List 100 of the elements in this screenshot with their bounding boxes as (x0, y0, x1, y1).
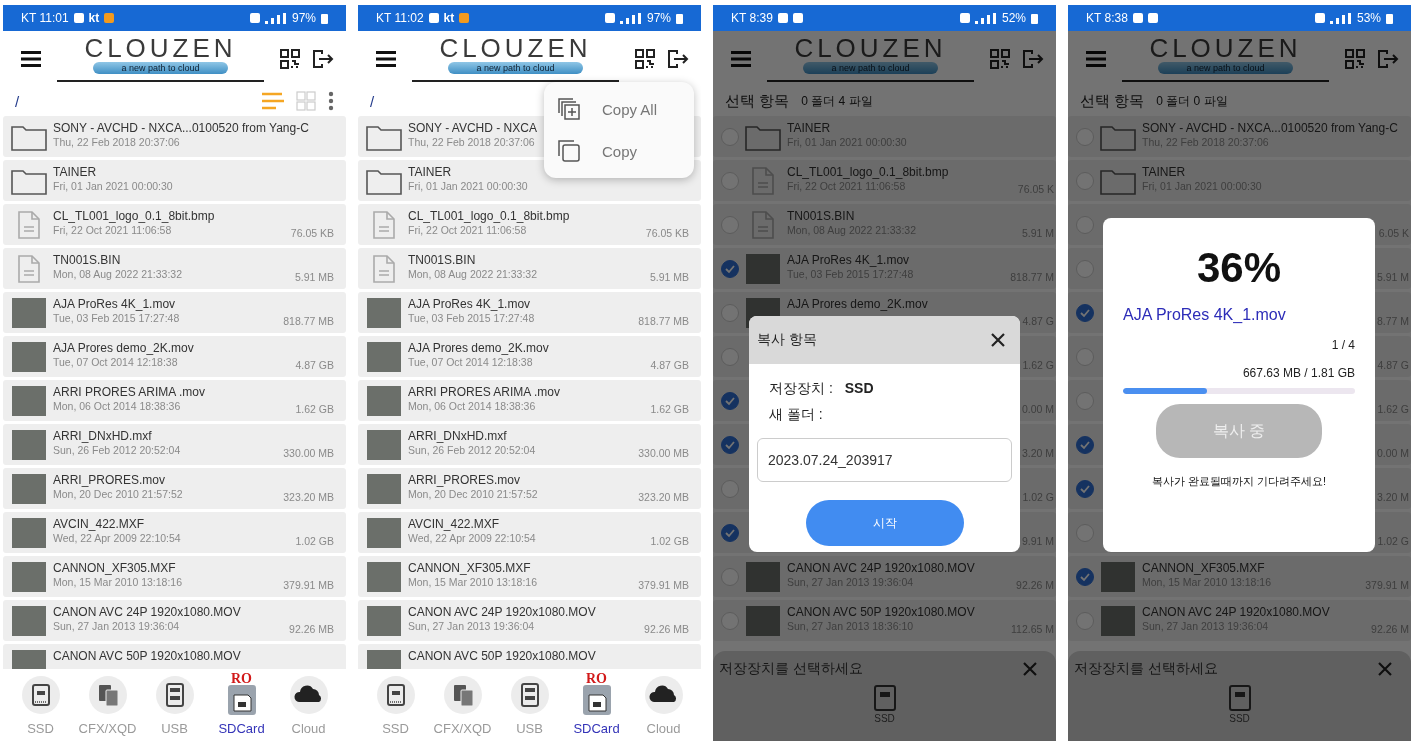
grid-view-icon[interactable] (296, 91, 316, 111)
cloud-icon (288, 674, 329, 715)
read-only-label: RO (586, 672, 607, 685)
wait-message: 복사가 완료될때까지 기다려주세요! (1150, 474, 1328, 489)
file-date: Wed, 22 Apr 2009 22:10:54 (53, 532, 181, 544)
file-icon (18, 210, 40, 239)
file-name: AJA Prores demo_2K.mov (53, 341, 194, 355)
file-size: 818.77 MB (283, 315, 334, 329)
file-row[interactable]: CL_TL001_logo_0.1_8bit.bmp Fri, 22 Oct 2021 11:06:58 76.05 KB (3, 204, 346, 245)
select-checkbox[interactable] (721, 391, 739, 410)
file-row[interactable]: CL_TL001_logo_0.1_8bit.bmp Fri, 22 Oct 2021 11:06:58 76.05 KB (358, 204, 701, 245)
file-row[interactable]: TAINER Fri, 01 Jan 2021 00:00:30 (3, 160, 346, 201)
file-size: 92.26 MB (644, 623, 689, 637)
file-row[interactable]: SONY - AVCHD - NXCA...0100520 from Yang-C Thu, 22 Feb 2018 20:37:06 (3, 116, 346, 157)
logout-icon[interactable] (667, 48, 689, 69)
storage-tab[interactable]: RO SDCard (565, 674, 628, 736)
file-date: Thu, 22 Feb 2018 20:37:06 (408, 136, 535, 148)
battery-level: 52% (1001, 11, 1026, 25)
file-date: Mon, 06 Oct 2014 18:38:36 (408, 400, 536, 412)
warning-icon (104, 13, 115, 23)
file-row[interactable]: AVCIN_422.MXF Wed, 22 Apr 2009 22:10:54 1.02 GB (3, 512, 346, 553)
file-date: Mon, 15 Mar 2010 13:18:16 (408, 576, 537, 588)
cloud-icon (643, 674, 684, 715)
file-date: Mon, 15 Mar 2010 13:18:16 (53, 576, 182, 588)
file-size: 4.87 GB (650, 359, 689, 373)
menu-icon[interactable] (376, 50, 396, 67)
file-date: Tue, 03 Feb 2015 17:27:48 (53, 312, 180, 324)
notification-icon (792, 13, 803, 23)
video-thumbnail (367, 341, 401, 372)
selection-count: 0 폴더 0 파일 (1156, 92, 1229, 110)
status-time: KT 11:02 (376, 11, 424, 25)
file-row[interactable]: TN001S.BIN Mon, 08 Aug 2022 21:33:32 5.91 MB (3, 248, 346, 289)
video-thumbnail (12, 341, 46, 372)
file-name: AJA Prores demo_2K.mov (408, 341, 549, 355)
storage-tab[interactable]: RO SDCard (210, 674, 273, 736)
file-size: 1.02 GB (295, 535, 334, 549)
file-date: Tue, 07 Oct 2014 12:18:38 (408, 356, 533, 368)
select-checkbox[interactable] (721, 435, 739, 454)
file-row[interactable]: ARRI PRORES ARIMA .mov Mon, 06 Oct 2014 18:38:36 1.62 GB (3, 380, 346, 421)
file-name: TN001S.BIN (787, 209, 855, 223)
select-checkbox[interactable] (1076, 567, 1094, 586)
select-checkbox[interactable] (721, 259, 739, 278)
qr-code-icon[interactable] (280, 48, 300, 69)
file-row[interactable]: AJA Prores demo_2K.mov Tue, 07 Oct 2014 12:18:38 4.87 GB (3, 336, 346, 377)
file-row[interactable]: CANNON_XF305.MXF Mon, 15 Mar 2010 13:18:16 379.91 MB (358, 556, 701, 597)
list-view-icon[interactable] (262, 92, 284, 110)
file-row[interactable]: ARRI_PRORES.mov Mon, 20 Dec 2010 21:57:52 323.20 MB (3, 468, 346, 509)
menu-icon[interactable] (21, 50, 41, 67)
file-row[interactable]: AJA Prores demo_2K.mov Tue, 07 Oct 2014 12:18:38 4.87 GB (358, 336, 701, 377)
folder-label: 새 폴더 : (769, 406, 823, 424)
file-name: AVCIN_422.MXF (53, 517, 145, 531)
file-size: 1.02 GB (650, 535, 689, 549)
file-row[interactable]: AVCIN_422.MXF Wed, 22 Apr 2009 22:10:54 1.02 GB (358, 512, 701, 553)
file-row[interactable]: ARRI_DNxHD.mxf Sun, 26 Feb 2012 20:52:04 330.00 MB (358, 424, 701, 465)
ssd-icon (873, 685, 896, 711)
more-icon[interactable] (328, 91, 334, 111)
file-row[interactable]: TN001S.BIN Mon, 08 Aug 2022 21:33:32 5.91 MB (358, 248, 701, 289)
file-name: TN001S.BIN (408, 253, 476, 267)
file-name: AJA ProRes 4K_1.mov (408, 297, 531, 311)
video-thumbnail (1101, 561, 1135, 592)
select-checkbox[interactable] (1076, 479, 1094, 498)
logout-icon[interactable] (312, 48, 334, 69)
storage-value: SSD (844, 380, 874, 398)
select-checkbox[interactable] (1076, 435, 1094, 454)
file-row[interactable]: CANON AVC 50P 1920x1080.MOV (3, 644, 346, 669)
app-logo: CLOUZEN a new path to cloud (1122, 35, 1329, 82)
qr-code-icon[interactable] (635, 48, 655, 69)
file-name: AJA ProRes 4K_1.mov (53, 297, 176, 311)
file-row[interactable]: ARRI_PRORES.mov Mon, 20 Dec 2010 21:57:52 323.20 MB (358, 468, 701, 509)
current-file: AJA ProRes 4K_1.mov (1123, 306, 1287, 324)
video-thumbnail (12, 561, 46, 592)
status-time: KT 8:39 (731, 11, 773, 25)
file-name: CL_TL001_logo_0.1_8bit.bmp (53, 209, 215, 223)
file-name: TN001S.BIN (53, 253, 121, 267)
close-icon[interactable] (990, 332, 1006, 348)
select-checkbox[interactable] (1076, 303, 1094, 322)
file-row[interactable]: ARRI PRORES ARIMA .mov Mon, 06 Oct 2014 18:38:36 1.62 GB (358, 380, 701, 421)
battery-level: 97% (646, 11, 671, 25)
file-icon (752, 166, 774, 195)
file-row[interactable]: CANON AVC 24P 1920x1080.MOV Sun, 27 Jan 2013 19:36:04 92.26 MB (358, 600, 701, 641)
notification-icon (777, 13, 788, 23)
select-checkbox[interactable] (721, 523, 739, 542)
file-row[interactable]: CANON AVC 24P 1920x1080.MOV Sun, 27 Jan 2013 19:36:04 92.26 MB (3, 600, 346, 641)
folder-name-field[interactable]: 2023.07.24_203917 (757, 438, 1012, 482)
file-row[interactable]: AJA ProRes 4K_1.mov Tue, 03 Feb 2015 17:27:48 818.77 MB (358, 292, 701, 333)
signal-icon (1329, 12, 1352, 24)
video-thumbnail (1101, 605, 1135, 636)
ssd-icon (375, 674, 416, 715)
file-size: 76.05 KB (645, 227, 689, 241)
usb-drive-icon (154, 674, 195, 715)
file-size: 1.62 GB (295, 403, 334, 417)
file-count: 1 / 4 (1330, 338, 1355, 352)
file-row[interactable]: ARRI_DNxHD.mxf Sun, 26 Feb 2012 20:52:04 330.00 MB (3, 424, 346, 465)
file-row[interactable]: CANON AVC 50P 1920x1080.MOV (358, 644, 701, 669)
file-name: CL_TL001_logo_0.1_8bit.bmp (787, 165, 949, 179)
file-date: Sun, 27 Jan 2013 19:36:04 (53, 620, 180, 632)
file-date: Sun, 26 Feb 2012 20:52:04 (53, 444, 181, 456)
file-row[interactable]: AJA ProRes 4K_1.mov Tue, 03 Feb 2015 17:27:48 818.77 MB (3, 292, 346, 333)
file-row[interactable]: CANNON_XF305.MXF Mon, 15 Mar 2010 13:18:16 379.91 MB (3, 556, 346, 597)
notification-icon (1132, 13, 1143, 23)
